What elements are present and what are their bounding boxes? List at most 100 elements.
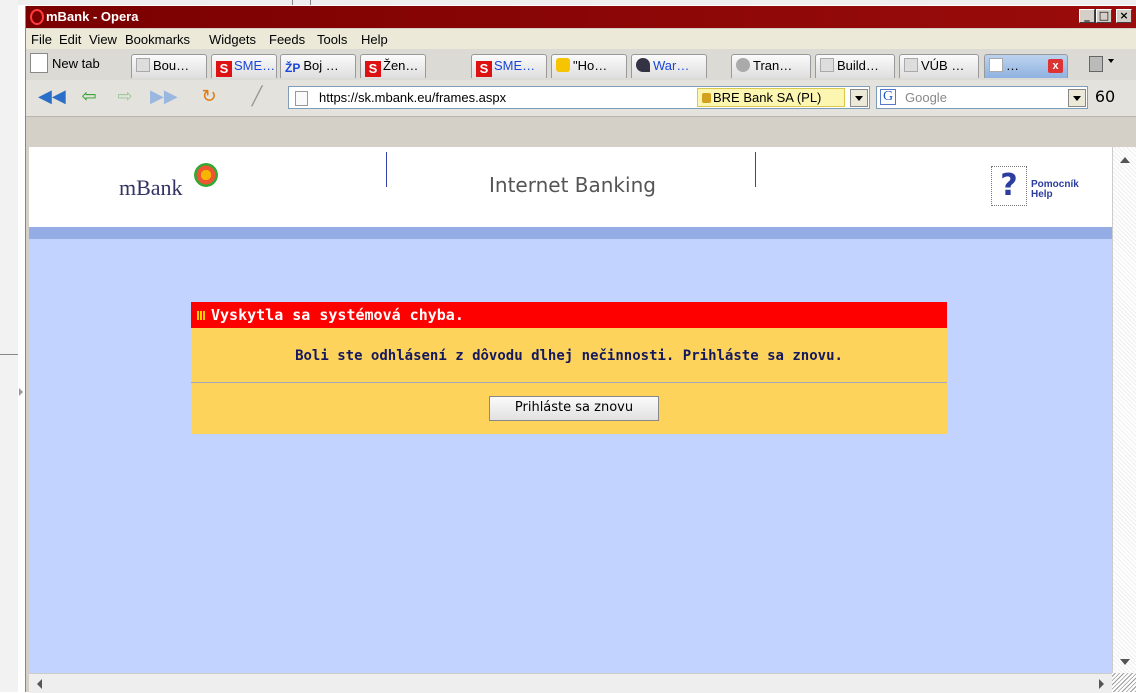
zp-icon: ŽP xyxy=(285,61,301,75)
minimize-button[interactable]: _ xyxy=(1079,9,1095,23)
page-icon xyxy=(820,58,834,72)
lock-icon xyxy=(702,93,711,103)
menu-bookmarks[interactable]: Bookmarks xyxy=(125,32,190,47)
menu-widgets[interactable]: Widgets xyxy=(209,32,256,47)
rewind-icon[interactable]: ◀◀ xyxy=(38,88,66,106)
tab-8[interactable]: Tran… xyxy=(731,54,811,78)
menu-file[interactable]: File xyxy=(31,32,52,47)
sme-icon: S xyxy=(365,61,381,77)
trash-icon[interactable] xyxy=(1089,56,1103,72)
scroll-right-icon[interactable] xyxy=(1099,679,1104,689)
new-page-icon xyxy=(30,53,48,73)
vertical-scrollbar[interactable] xyxy=(1112,147,1136,673)
tab-4[interactable]: S Žen… xyxy=(360,54,426,78)
help-label-en: Help xyxy=(1031,189,1053,200)
close-window-button[interactable]: × xyxy=(1116,9,1132,23)
tab-label: "Ho… xyxy=(573,58,608,73)
resize-grip[interactable] xyxy=(1112,673,1136,692)
new-tab-button[interactable]: New tab xyxy=(30,53,100,77)
navigation-bar: ◀◀ ⇦ ⇨ ▶▶ ↻ ╱ https://sk.mbank.eu/frames… xyxy=(26,80,1136,117)
menu-help[interactable]: Help xyxy=(361,32,388,47)
background-window-edge xyxy=(0,0,1136,5)
header-strip xyxy=(29,227,1112,239)
page-icon xyxy=(136,58,150,72)
security-label: BRE Bank SA (PL) xyxy=(713,90,822,105)
menu-feeds[interactable]: Feeds xyxy=(269,32,305,47)
tab-9[interactable]: Build… xyxy=(815,54,895,78)
tab-6[interactable]: "Ho… xyxy=(551,54,627,78)
maximize-button[interactable]: □ xyxy=(1096,9,1112,23)
tab-3[interactable]: ŽP Boj … xyxy=(280,54,356,78)
tab-bar: New tab Bou… S SME… ŽP Boj … S Žen… S SME… "… xyxy=(26,49,1136,80)
tab-10[interactable]: VÚB … xyxy=(899,54,979,78)
scroll-down-icon[interactable] xyxy=(1120,659,1130,665)
menu-tools[interactable]: Tools xyxy=(317,32,347,47)
error-message: Boli ste odhlásení z dôvodu dlhej nečinn… xyxy=(295,348,843,364)
address-dropdown-icon[interactable] xyxy=(850,89,868,107)
tab-label: SME… xyxy=(494,58,536,73)
tab-label: Žen… xyxy=(383,58,419,73)
trash-dropdown-icon[interactable] xyxy=(1108,59,1114,63)
tab-active[interactable]: … x xyxy=(984,54,1068,78)
tab-1[interactable]: Bou… xyxy=(131,54,207,78)
reload-icon[interactable]: ↻ xyxy=(198,88,220,106)
scroll-up-icon[interactable] xyxy=(1120,157,1130,163)
menu-bar: File Edit View Bookmarks Widgets Feeds T… xyxy=(26,29,1136,49)
page-icon xyxy=(989,58,1003,72)
tab-label: Boj … xyxy=(303,58,339,73)
bank-header: mBank Internet Banking ? Pomocník Help xyxy=(29,147,1112,227)
search-dropdown-icon[interactable] xyxy=(1068,89,1086,107)
title-bar: mBank - Opera _ □ × xyxy=(26,6,1136,28)
search-icon xyxy=(636,58,650,72)
error-header: Vyskytla sa systémová chyba. xyxy=(191,302,947,328)
relogin-button[interactable]: Prihláste sa znovu xyxy=(489,396,659,421)
page-content: mBank Internet Banking ? Pomocník Help Vy… xyxy=(29,147,1112,673)
tab-label: War… xyxy=(653,58,690,73)
tab-5[interactable]: S SME… xyxy=(471,54,547,78)
tab-label: SME… xyxy=(234,58,276,73)
scroll-left-icon[interactable] xyxy=(37,679,42,689)
satellite-icon xyxy=(736,58,750,72)
tab-label: … xyxy=(1006,58,1019,73)
sme-icon: S xyxy=(216,61,232,77)
page-icon xyxy=(295,91,308,106)
forward-icon[interactable]: ⇨ xyxy=(114,88,136,106)
opera-logo-icon xyxy=(30,9,44,25)
header-divider xyxy=(755,152,756,187)
menu-view[interactable]: View xyxy=(89,32,117,47)
grid-icon xyxy=(197,311,206,320)
internet-banking-title: Internet Banking xyxy=(489,173,656,197)
security-badge[interactable]: BRE Bank SA (PL) xyxy=(697,88,845,107)
menu-edit[interactable]: Edit xyxy=(59,32,81,47)
new-tab-label: New tab xyxy=(52,56,100,71)
tab-2[interactable]: S SME… xyxy=(211,54,277,78)
glasses-icon[interactable]: 60 xyxy=(1094,88,1116,106)
mbank-flower-icon xyxy=(194,163,218,187)
fast-forward-icon[interactable]: ▶▶ xyxy=(150,88,178,106)
help-link[interactable]: Pomocník Help xyxy=(1031,180,1079,200)
help-question-icon[interactable]: ? xyxy=(991,166,1027,206)
tab-label: Build… xyxy=(837,58,879,73)
search-placeholder: Google xyxy=(905,90,947,105)
imdb-icon xyxy=(556,58,570,72)
page-icon xyxy=(904,58,918,72)
address-bar[interactable]: https://sk.mbank.eu/frames.aspx BRE Bank… xyxy=(288,86,870,109)
error-dialog: Vyskytla sa systémová chyba. Boli ste od… xyxy=(191,302,947,434)
google-icon: G xyxy=(880,89,896,105)
error-title: Vyskytla sa systémová chyba. xyxy=(211,306,464,324)
mbank-logo: mBank xyxy=(119,175,183,200)
back-icon[interactable]: ⇦ xyxy=(78,88,100,106)
edit-icon[interactable]: ╱ xyxy=(246,88,268,106)
sme-icon: S xyxy=(476,61,492,77)
opera-window: mBank - Opera _ □ × File Edit View Bookm… xyxy=(25,6,1136,693)
horizontal-scrollbar[interactable] xyxy=(29,673,1112,693)
error-divider xyxy=(191,382,947,383)
tab-label: VÚB … xyxy=(921,58,965,73)
header-divider xyxy=(386,152,387,187)
search-field[interactable]: G Google xyxy=(876,86,1088,109)
tab-7[interactable]: War… xyxy=(631,54,707,78)
tab-label: Bou… xyxy=(153,58,190,73)
close-tab-icon[interactable]: x xyxy=(1048,59,1063,73)
background-window xyxy=(0,0,23,692)
address-url: https://sk.mbank.eu/frames.aspx xyxy=(319,90,507,105)
